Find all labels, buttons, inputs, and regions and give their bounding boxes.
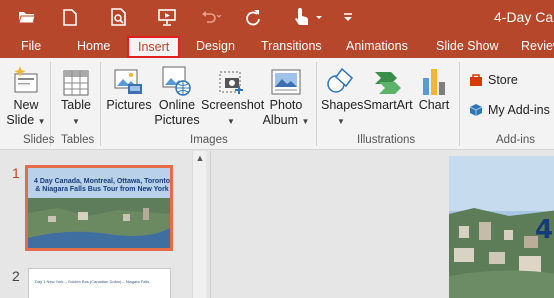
customize-toolbar-icon[interactable] <box>335 4 361 30</box>
smartart-icon <box>362 60 414 96</box>
redo-icon[interactable] <box>240 4 266 30</box>
online-pictures-button[interactable]: Online Pictures <box>154 60 200 128</box>
document-title: 4-Day Cana <box>494 9 554 25</box>
tab-home[interactable]: Home <box>77 34 110 58</box>
photo-album-icon <box>262 60 310 96</box>
chart-icon <box>417 60 451 96</box>
chevron-down-icon: ▼ <box>337 117 345 126</box>
tab-animations[interactable]: Animations <box>346 34 408 58</box>
slide-editor: 4 <box>211 151 554 298</box>
table-button[interactable]: Table ▼ <box>58 60 94 129</box>
slide-number: 2 <box>12 268 20 284</box>
screenshot-icon <box>201 60 261 96</box>
slide-thumbnail-1[interactable]: 4 Day Canada, Montreal, Ottawa, Toronto … <box>25 165 173 251</box>
chevron-down-icon: ▼ <box>72 117 80 126</box>
group-label-slides: Slides <box>23 134 55 146</box>
chevron-down-icon: ▼ <box>301 117 310 126</box>
new-slide-icon <box>6 60 46 96</box>
table-icon <box>58 60 94 96</box>
tab-design[interactable]: Design <box>196 34 235 58</box>
divider <box>459 62 460 146</box>
group-label-add-ins: Add-ins <box>496 134 535 146</box>
slide-2-heading: Day 1 New York – Golden Bus (Canadian Do… <box>35 279 150 284</box>
add-ins-icon <box>469 103 483 117</box>
touch-mode-icon[interactable] <box>288 4 328 30</box>
pictures-button[interactable]: Pictures <box>106 60 152 113</box>
print-preview-icon[interactable] <box>106 4 132 30</box>
thumbnail-scrollbar[interactable]: ▲ <box>192 151 206 298</box>
divider <box>316 62 317 146</box>
slide-thumbnail-pane: 1 4 Day Canada, Montreal, Ottawa, Toront… <box>0 151 210 298</box>
scroll-up-icon[interactable]: ▲ <box>195 153 205 163</box>
shapes-button[interactable]: Shapes ▼ <box>321 60 363 129</box>
online-pictures-icon <box>154 60 200 96</box>
smartart-button[interactable]: SmartArt <box>362 60 414 113</box>
screenshot-button[interactable]: Screenshot ▼ <box>201 60 264 129</box>
slide-1-title: 4 Day Canada, Montreal, Ottawa, Toronto … <box>34 178 171 193</box>
slide-thumbnail-2[interactable]: Day 1 New York – Golden Bus (Canadian Do… <box>28 268 171 298</box>
chart-button[interactable]: Chart <box>417 60 451 113</box>
tab-review[interactable]: Review <box>521 34 554 58</box>
current-slide-image: 4 <box>449 156 554 298</box>
undo-icon[interactable] <box>198 4 224 30</box>
my-add-ins-button[interactable]: My Add-ins ▼ <box>469 100 554 120</box>
chevron-down-icon: ▼ <box>37 117 46 126</box>
slide-number: 1 <box>12 165 20 181</box>
store-button[interactable]: Store <box>469 70 518 90</box>
insert-ribbon: New Slide ▼ Table ▼ Pictures Online Pict… <box>0 58 554 150</box>
pictures-icon <box>106 60 152 96</box>
group-label-tables: Tables <box>61 134 95 146</box>
tab-transitions[interactable]: Transitions <box>261 34 322 58</box>
svg-text:4: 4 <box>535 215 553 245</box>
ribbon-tabs: File Home Insert Design Transitions Anim… <box>0 34 554 58</box>
chevron-down-icon: ▼ <box>227 117 235 126</box>
open-folder-icon[interactable] <box>14 4 40 30</box>
shapes-icon <box>321 60 361 96</box>
group-label-images: Images <box>190 134 228 146</box>
tab-slide-show[interactable]: Slide Show <box>436 34 499 58</box>
group-label-illustrations: Illustrations <box>357 134 416 146</box>
divider <box>100 62 101 146</box>
tab-file[interactable]: File <box>21 34 41 58</box>
photo-album-button[interactable]: Photo Album ▼ <box>262 60 310 129</box>
new-document-icon[interactable] <box>57 4 83 30</box>
title-bar: 4-Day Cana <box>0 0 554 34</box>
tab-insert[interactable]: Insert <box>127 36 181 58</box>
new-slide-button[interactable]: New Slide ▼ <box>6 60 46 129</box>
current-slide-canvas[interactable]: 4 <box>449 156 554 298</box>
store-icon <box>469 73 483 87</box>
present-from-start-icon[interactable] <box>154 4 180 30</box>
